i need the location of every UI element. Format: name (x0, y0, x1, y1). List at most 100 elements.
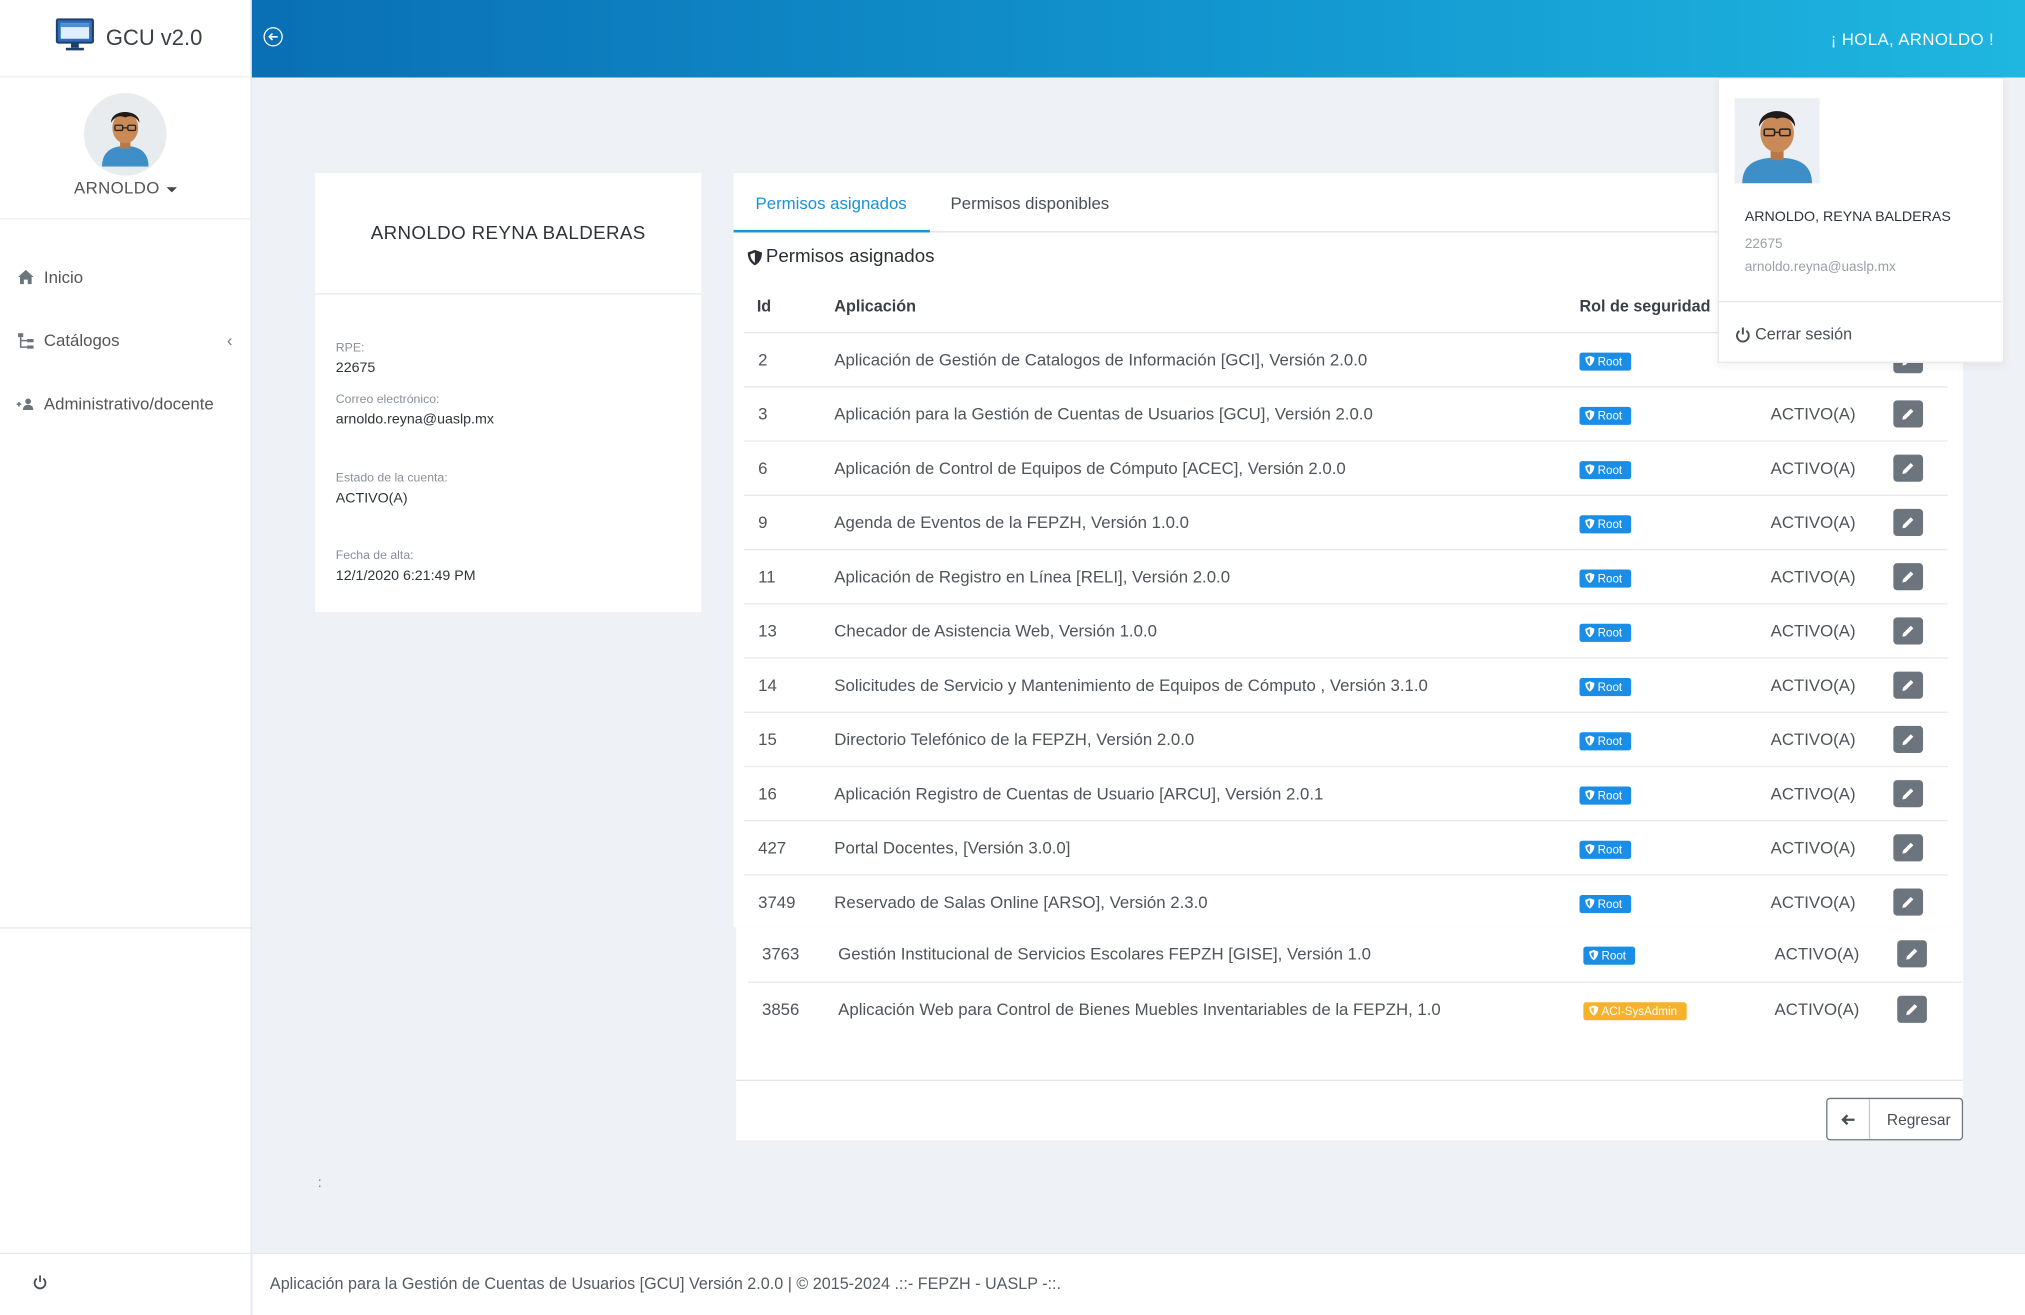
sidebar-item-administrativo[interactable]: Administrativo/docente (0, 372, 251, 435)
shield-icon (1585, 898, 1595, 909)
role-badge: Root (1579, 568, 1632, 587)
role-badge: Root (1579, 894, 1632, 913)
footer: Aplicación para la Gestión de Cuentas de… (253, 1252, 2025, 1315)
home-icon (15, 267, 36, 288)
role-label: Root (1597, 896, 1623, 910)
back-button-label: Regresar (1886, 1110, 1951, 1129)
role-label: Root (1597, 408, 1623, 422)
edit-button[interactable] (1893, 725, 1924, 753)
sidebar-item-inicio[interactable]: Inicio (0, 245, 251, 308)
sidebar-item-catalogos[interactable]: Catálogos ‹ (0, 309, 251, 372)
table-row: 15 Directorio Telefónico de la FEPZH, Ver… (743, 711, 1948, 766)
sidebar-item-label: Inicio (43, 267, 84, 287)
table-row: 3763 Gestión Institucional de Servicios E… (748, 927, 1962, 981)
cell-application: Aplicación de Gestión de Catalogos de In… (834, 349, 1368, 370)
shield-icon (1585, 355, 1595, 367)
pencil-icon (1902, 463, 1914, 474)
shield-icon (1585, 410, 1595, 421)
edit-button[interactable] (1893, 508, 1924, 536)
role-badge: Root (1579, 406, 1632, 425)
tab-assigned[interactable]: Permisos asignados (756, 194, 907, 213)
brand-title: GCU v2.0 (105, 25, 203, 50)
edit-button[interactable] (1893, 888, 1924, 916)
edit-button[interactable] (1893, 400, 1924, 428)
role-badge: Root (1579, 351, 1632, 371)
role-badge: Root (1579, 839, 1632, 859)
arrow-left-icon (268, 33, 278, 41)
tab-available[interactable]: Permisos disponibles (951, 194, 1110, 213)
role-label: Root (1597, 463, 1623, 476)
cell-application: Aplicación para la Gestión de Cuentas de… (834, 404, 1373, 424)
column-header-app[interactable]: Aplicación (834, 297, 916, 315)
brand[interactable]: GCU v2.0 (0, 0, 251, 78)
role-badge: ACI-SysAdmin (1583, 1001, 1687, 1020)
cell-application: Aplicación de Registro en Línea [RELI], … (834, 566, 1231, 587)
cell-id: 11 (758, 566, 776, 587)
cell-id: 3856 (761, 999, 800, 1019)
pencil-icon (1902, 571, 1914, 583)
role-badge: Root (1583, 945, 1636, 965)
sitemap-icon (15, 330, 36, 351)
greeting[interactable]: ¡ HOLA, ARNOLDO ! (1831, 30, 1994, 49)
cell-id: 3 (758, 404, 768, 424)
cell-id: 16 (758, 783, 777, 804)
logout-button[interactable]: Cerrar sesión (1734, 325, 1852, 344)
back-button[interactable]: Regresar (1826, 1097, 1964, 1141)
role-badge: Root (1579, 677, 1632, 696)
table-row: 14 Solicitudes de Servicio y Mantenimient… (743, 657, 1948, 711)
pencil-icon (1906, 1004, 1918, 1016)
monitor-icon (55, 18, 95, 58)
field-rpe: RPE: 22675 (336, 341, 376, 376)
edit-button[interactable] (1893, 671, 1924, 699)
shield-icon (1585, 681, 1595, 692)
user-short-name: ARNOLDO (73, 178, 160, 198)
pencil-icon (1902, 408, 1914, 420)
table-row: 3 Aplicación para la Gestión de Cuentas d… (743, 386, 1948, 440)
role-badge: Root (1579, 514, 1632, 533)
shield-icon (1589, 1005, 1599, 1016)
edit-button[interactable] (1893, 563, 1924, 591)
cell-application: Agenda de Eventos de la FEPZH, Versión 1… (834, 512, 1189, 533)
shield-icon (1585, 735, 1595, 746)
shield-icon (747, 249, 762, 265)
cell-id: 14 (758, 675, 777, 695)
sidebar-divider (0, 927, 254, 929)
role-label: Root (1597, 679, 1623, 693)
shield-icon (1585, 572, 1595, 584)
sidebar-power-button[interactable] (0, 1252, 254, 1315)
column-header-role[interactable]: Rol de seguridad (1580, 297, 1711, 315)
role-label: ACI-SysAdmin (1601, 1004, 1678, 1018)
pencil-icon (1902, 842, 1914, 854)
role-label: Root (1597, 354, 1623, 368)
edit-button[interactable] (1893, 780, 1924, 808)
cell-id: 6 (758, 458, 768, 478)
cell-state: ACTIVO(A) (1770, 838, 1856, 858)
field-label: Correo electrónico: (335, 392, 440, 407)
edit-button[interactable] (1893, 617, 1924, 645)
user-menu-toggle[interactable]: ARNOLDO (0, 178, 251, 198)
collapse-sidebar-button[interactable] (263, 27, 283, 47)
cell-id: 3763 (761, 944, 800, 964)
cell-state: ACTIVO(A) (1770, 621, 1856, 641)
cell-state: ACTIVO(A) (1770, 512, 1856, 533)
edit-button[interactable] (1897, 940, 1927, 968)
field-date: Fecha de alta: 12/1/2020 6:21:49 PM (336, 549, 476, 584)
column-header-id[interactable]: Id (757, 297, 771, 315)
role-label: Root (1597, 842, 1623, 856)
edit-button[interactable] (1893, 834, 1924, 862)
cell-state: ACTIVO(A) (1770, 458, 1856, 478)
cell-state: ACTIVO(A) (1770, 404, 1856, 424)
table-row: 11 Aplicación de Registro en Línea [RELI]… (743, 548, 1948, 603)
power-icon (1736, 326, 1750, 342)
role-badge: Root (1579, 785, 1632, 804)
arrow-left-icon (1827, 1099, 1871, 1140)
cell-id: 3749 (758, 892, 796, 912)
chevron-left-icon: ‹ (226, 330, 233, 350)
cell-application: Aplicación de Control de Equipos de Cómp… (834, 458, 1346, 478)
edit-button[interactable] (1893, 454, 1924, 482)
shield-icon (1585, 518, 1595, 529)
sidebar-user: ARNOLDO (0, 77, 251, 220)
role-label: Root (1597, 734, 1623, 748)
edit-button[interactable] (1897, 995, 1927, 1023)
cell-state: ACTIVO(A) (1770, 675, 1856, 695)
